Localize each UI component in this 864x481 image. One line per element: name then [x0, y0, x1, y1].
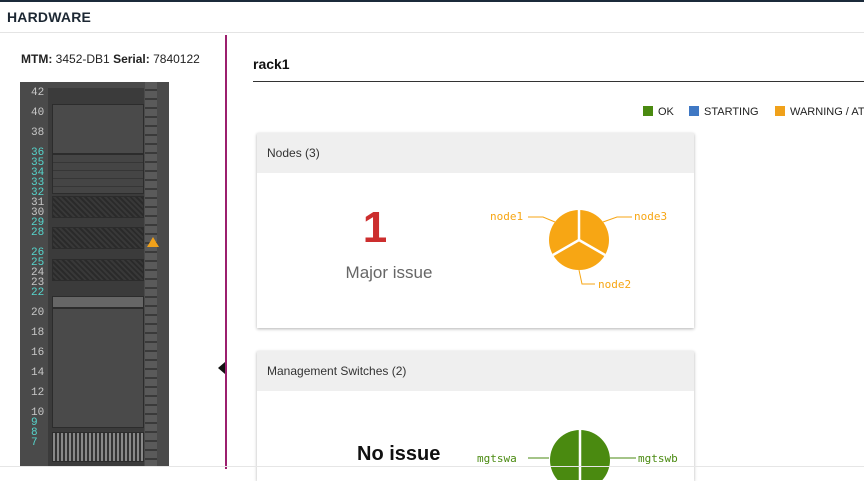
warning-swatch: [775, 106, 785, 116]
switches-pie-chart[interactable]: mgtswa mgtswb: [460, 420, 700, 480]
pie-label: mgtswa: [477, 452, 517, 465]
rack-rail: [145, 82, 157, 467]
rack-unit-number: 7: [31, 437, 38, 449]
rack-unit-number: 42: [31, 87, 45, 99]
pie-label: node2: [598, 278, 631, 291]
warning-icon[interactable]: [146, 236, 160, 248]
legend-item-ok: OK: [643, 106, 674, 118]
card-header: Management Switches (2): [257, 351, 694, 391]
pie-label: mgtswb: [638, 452, 678, 465]
legend-item-starting: STARTING: [689, 106, 759, 118]
rack-unit-numbers: 42 40 38 36 35 34 33 32 31 30 29 28 26 25 24 23 22 20 18 16…: [31, 82, 45, 467]
divider: [0, 466, 864, 467]
starting-swatch: [689, 106, 699, 116]
nodes-pie-chart[interactable]: node1 node3 node2: [460, 200, 700, 300]
issue-label: Major issue: [345, 263, 433, 282]
rack-unit-number: 20: [31, 307, 45, 319]
rack-title: rack1: [253, 56, 290, 72]
rack-slot-node[interactable]: [52, 196, 144, 218]
ok-swatch: [643, 106, 653, 116]
rack-diagram[interactable]: 42 40 38 36 35 34 33 32 31 30 29 28 26 25 24 23 22 20 18 16…: [20, 82, 169, 467]
issue-label: No issue: [357, 443, 441, 465]
card-title: Nodes (3): [267, 146, 320, 160]
system-info: MTM: 3452-DB1 Serial: 7840122: [21, 52, 200, 66]
rack-unit-number: 12: [31, 387, 45, 399]
mtm-value: 3452-DB1: [55, 52, 110, 66]
pie-label: node3: [634, 210, 667, 223]
serial-value: 7840122: [153, 52, 200, 66]
rack-unit-number: 14: [31, 367, 45, 379]
rack-slot[interactable]: [52, 104, 144, 154]
page-title: HARDWARE: [7, 9, 92, 25]
rack-slot-node[interactable]: [52, 227, 144, 249]
rack-slot[interactable]: [52, 154, 144, 194]
divider: [253, 81, 864, 82]
rack-unit-number: 28: [31, 227, 45, 239]
sidebar-divider[interactable]: [225, 35, 227, 469]
issue-count: 1: [362, 203, 388, 252]
rack-slot[interactable]: [52, 308, 144, 428]
rack-slot-switch[interactable]: [52, 432, 144, 462]
mtm-label: MTM:: [21, 52, 53, 66]
rack-unit-number: 18: [31, 327, 45, 339]
rack-unit-number: 16: [31, 347, 45, 359]
rack-unit-number: 38: [31, 127, 45, 139]
collapse-arrow-icon[interactable]: [218, 362, 225, 374]
rack-slot-switch[interactable]: [52, 296, 144, 308]
top-bar: HARDWARE: [0, 0, 864, 33]
legend-item-warning: WARNING / AT: [775, 106, 864, 118]
rack-unit-number: 22: [31, 287, 45, 299]
serial-label: Serial:: [113, 52, 150, 66]
pie-label: node1: [490, 210, 523, 223]
card-title: Management Switches (2): [267, 364, 407, 378]
rack-slot-node[interactable]: [52, 259, 144, 281]
rack-unit-number: 40: [31, 107, 45, 119]
card-header: Nodes (3): [257, 133, 694, 173]
